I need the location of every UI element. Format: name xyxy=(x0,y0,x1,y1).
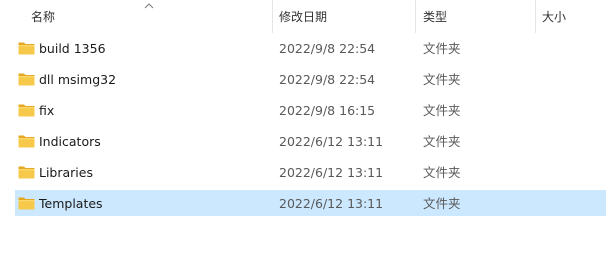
folder-icon xyxy=(18,104,35,117)
file-type: 文件夹 xyxy=(423,41,461,56)
file-list-row[interactable]: dll msimg32 2022/9/8 22:54 文件夹 xyxy=(15,66,606,92)
file-list-row[interactable]: fix 2022/9/8 16:15 文件夹 xyxy=(15,97,606,123)
file-date-modified: 2022/9/8 22:54 xyxy=(279,41,376,56)
column-header-name[interactable]: 名称 xyxy=(31,0,55,33)
file-type: 文件夹 xyxy=(423,103,461,118)
file-name: Templates xyxy=(39,196,103,211)
folder-icon xyxy=(18,135,35,148)
column-header-date-modified[interactable]: 修改日期 xyxy=(279,0,327,33)
file-date-modified: 2022/6/12 13:11 xyxy=(279,165,384,180)
file-date-modified: 2022/6/12 13:11 xyxy=(279,196,384,211)
file-type: 文件夹 xyxy=(423,196,461,211)
file-name: build 1356 xyxy=(39,41,106,56)
folder-icon xyxy=(18,73,35,86)
column-divider[interactable] xyxy=(272,0,273,33)
file-name: fix xyxy=(39,103,55,118)
file-date-modified: 2022/9/8 16:15 xyxy=(279,103,376,118)
file-explorer-details-view: 名称 修改日期 类型 大小 build 1356 2022/9/8 22:54 文件… xyxy=(0,0,606,280)
column-header-size[interactable]: 大小 xyxy=(542,0,566,33)
column-divider[interactable] xyxy=(415,0,416,33)
file-date-modified: 2022/6/12 13:11 xyxy=(279,134,384,149)
file-list-row[interactable]: Indicators 2022/6/12 13:11 文件夹 xyxy=(15,128,606,154)
column-header-row: 名称 修改日期 类型 大小 xyxy=(0,0,606,33)
file-name: Libraries xyxy=(39,165,93,180)
column-header-type[interactable]: 类型 xyxy=(423,0,447,33)
file-list-row[interactable]: build 1356 2022/9/8 22:54 文件夹 xyxy=(15,35,606,61)
folder-icon xyxy=(18,42,35,55)
file-list-row[interactable]: Libraries 2022/6/12 13:11 文件夹 xyxy=(15,159,606,185)
column-divider[interactable] xyxy=(535,0,536,33)
file-type: 文件夹 xyxy=(423,165,461,180)
chevron-up-icon xyxy=(144,3,154,9)
folder-icon xyxy=(18,166,35,179)
file-type: 文件夹 xyxy=(423,72,461,87)
file-name: Indicators xyxy=(39,134,101,149)
folder-icon xyxy=(18,197,35,210)
file-date-modified: 2022/9/8 22:54 xyxy=(279,72,376,87)
file-type: 文件夹 xyxy=(423,134,461,149)
file-name: dll msimg32 xyxy=(39,72,117,87)
file-list-row[interactable]: Templates 2022/6/12 13:11 文件夹 xyxy=(15,190,606,216)
